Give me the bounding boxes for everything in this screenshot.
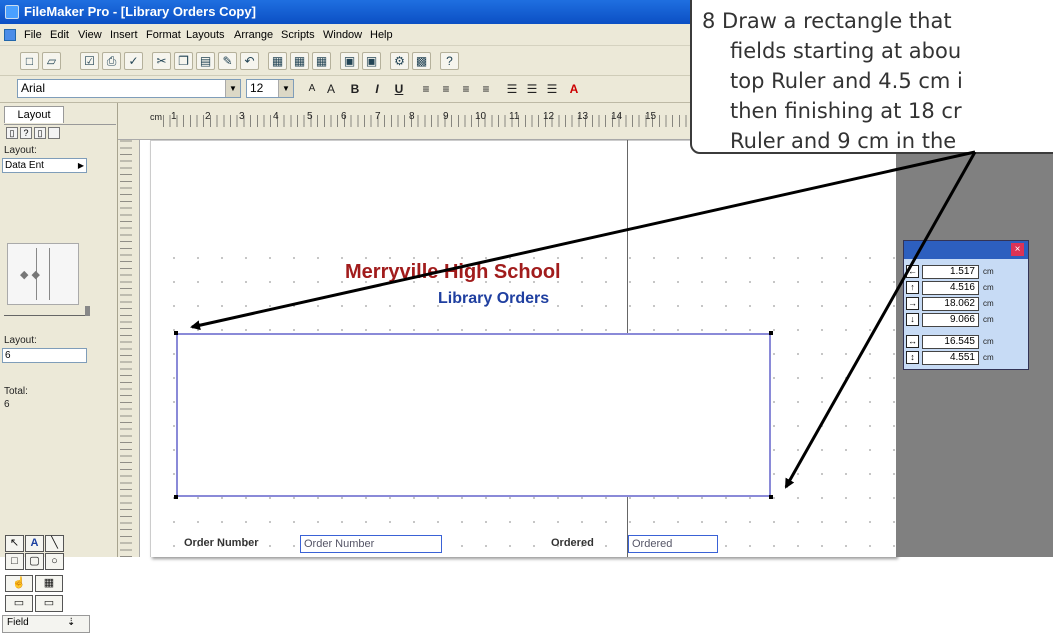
button-tool-icon[interactable]: ☝ <box>5 575 33 592</box>
web-viewer-tool-icon[interactable]: ▭ <box>35 595 63 612</box>
field-tool-button[interactable]: Field ⇣ <box>2 615 90 633</box>
annotation-arrows <box>190 150 977 489</box>
arrow-to-top-left <box>190 150 976 331</box>
field-tool-label: Field <box>7 617 29 628</box>
portal-tool-icon[interactable]: ▦ <box>35 575 63 592</box>
arrow-icon: ⇣ <box>67 617 76 628</box>
tab-control-tool-icon[interactable]: ▭ <box>5 595 33 612</box>
arrow-to-bottom-right <box>784 151 977 489</box>
